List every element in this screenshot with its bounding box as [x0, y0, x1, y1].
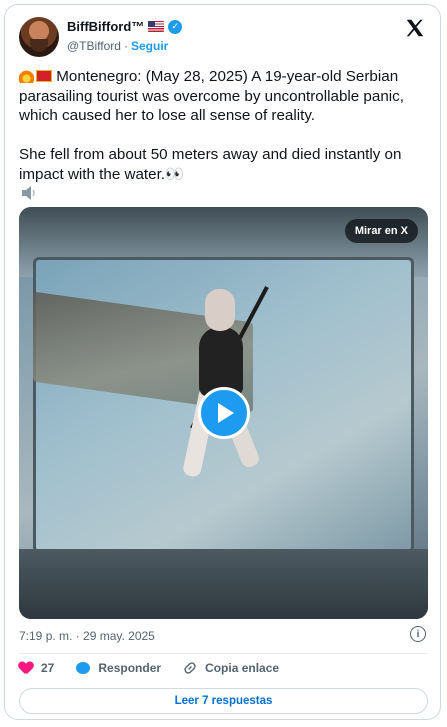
like-button[interactable]: 27	[19, 661, 54, 675]
copy-link-button[interactable]: Copia enlace	[183, 661, 279, 675]
reply-bubble-icon	[76, 662, 91, 674]
verified-badge-icon: ✓	[168, 19, 183, 34]
avatar-beard	[30, 39, 48, 52]
author-handle-row: @TBifford · Seguir	[67, 39, 168, 53]
video-player[interactable]: Mirar en X	[19, 207, 428, 619]
author-name[interactable]: BiffBifford™	[67, 19, 144, 34]
timestamp[interactable]: 7:19 p. m. · 29 may. 2025	[19, 629, 155, 643]
video-figure-head	[205, 289, 235, 331]
link-icon	[184, 662, 196, 674]
fire-icon	[19, 68, 34, 83]
divider	[19, 653, 428, 654]
separator-dot: ·	[123, 39, 128, 53]
reply-label: Responder	[98, 661, 162, 675]
watch-on-x-button[interactable]: Mirar en X	[344, 219, 418, 243]
tweet-line1: Montenegro: (May 28, 2025) A 19-year-old…	[19, 68, 409, 124]
reply-button[interactable]: Responder	[76, 661, 161, 675]
tweet-line2: She fell from about 50 meters away and d…	[19, 146, 406, 183]
read-replies-button[interactable]: Leer 7 respuestas	[19, 688, 428, 714]
tweet-text: Montenegro: (May 28, 2025) A 19-year-old…	[19, 67, 429, 184]
video-scene-bottom	[19, 549, 428, 619]
copy-link-label: Copia enlace	[205, 661, 280, 675]
tweet-card: BiffBifford™ ✓ @TBifford · Seguir Monten…	[4, 4, 441, 720]
author-handle[interactable]: @TBifford	[67, 39, 121, 53]
info-icon[interactable]: i	[410, 626, 426, 642]
montenegro-flag-icon	[36, 70, 52, 82]
avatar[interactable]	[19, 17, 59, 57]
author-name-row[interactable]: BiffBifford™ ✓	[67, 19, 183, 34]
us-flag-icon	[148, 21, 165, 32]
speaker-icon	[22, 186, 35, 200]
x-logo-icon[interactable]	[404, 17, 426, 39]
follow-button[interactable]: Seguir	[131, 39, 168, 53]
action-bar: 27 Responder Copia enlace	[19, 661, 301, 675]
heart-icon	[19, 662, 33, 675]
play-icon[interactable]	[197, 387, 250, 439]
likes-count: 27	[41, 661, 55, 675]
